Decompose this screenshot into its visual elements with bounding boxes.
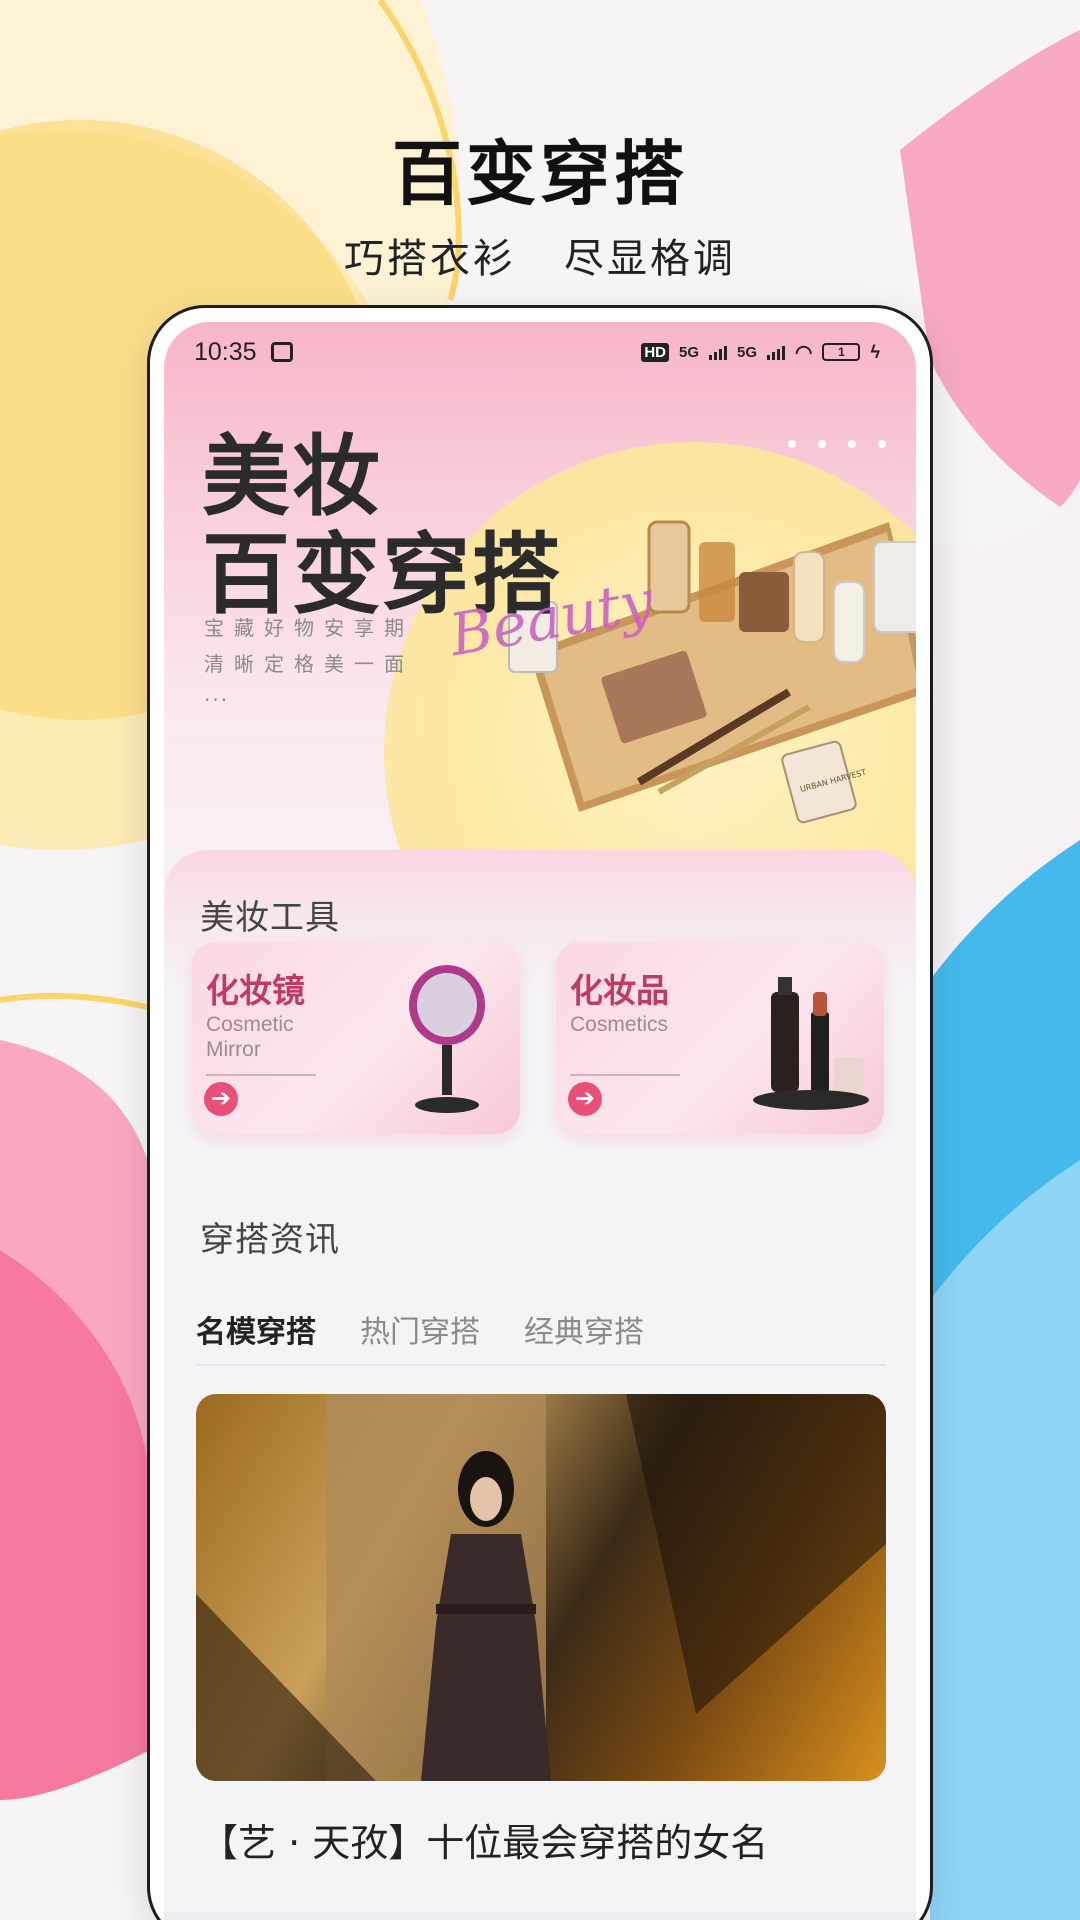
tool-card-mirror[interactable]: 化妆镜 Cosmetic Mirror ➔ xyxy=(192,942,520,1134)
net2-label: 5G xyxy=(737,343,758,361)
mirror-icon xyxy=(409,965,485,1113)
screen-record-icon xyxy=(270,342,293,362)
status-bar: 10:35 HD 5G 5G ◠ 1 ϟ xyxy=(164,322,916,382)
hero-tagline-2: 清晰定格美一面 xyxy=(204,652,414,676)
promo-subtitle-right: 尽显格调 xyxy=(564,236,736,282)
hd-icon: HD xyxy=(641,342,669,362)
article-title[interactable]: 【艺 · 天孜】十位最会穿搭的女名 xyxy=(200,1812,900,1867)
hero-tagline-3: ... xyxy=(204,682,230,706)
tool-en-name: Cosmetic Mirror xyxy=(206,1013,294,1061)
battery-icon: 1 xyxy=(822,343,861,361)
tab-hot[interactable]: 热门穿搭 xyxy=(360,1307,480,1351)
news-tabs: 名模穿搭 热门穿搭 经典穿搭 xyxy=(196,1307,644,1351)
phone-screen: URBAN HARVEST 10:35 HD 5G 5G ◠ 1 ϟ 美妆 百变… xyxy=(164,322,916,1920)
tools-section-title: 美妆工具 xyxy=(200,898,340,938)
phone-frame: URBAN HARVEST 10:35 HD 5G 5G ◠ 1 ϟ 美妆 百变… xyxy=(147,305,933,1920)
promo-subtitle: 巧搭衣衫 尽显格调 xyxy=(0,226,1080,284)
promo-subtitle-left: 巧搭衣衫 xyxy=(344,236,516,282)
tab-models[interactable]: 名模穿搭 xyxy=(196,1307,316,1351)
tabs-divider xyxy=(196,1364,886,1366)
net1-label: 5G xyxy=(678,343,699,361)
article-photo xyxy=(196,1394,886,1781)
tool-divider xyxy=(570,1074,680,1076)
tab-classic[interactable]: 经典穿搭 xyxy=(524,1307,644,1351)
arrow-right-icon[interactable]: ➔ xyxy=(568,1082,602,1116)
cosmetics-icon xyxy=(753,977,869,1110)
wifi-icon: ◠ xyxy=(795,341,813,364)
bottom-nav-bar[interactable] xyxy=(164,1912,916,1920)
hero-title-line1: 美妆 xyxy=(202,424,383,528)
tool-name: 化妆镜 xyxy=(206,971,305,1010)
signal-icon-2 xyxy=(767,344,786,360)
tool-divider xyxy=(206,1074,316,1076)
hero-tagline-1: 宝藏好物安享期 xyxy=(204,616,414,640)
tool-name: 化妆品 xyxy=(570,971,669,1010)
tool-en-name: Cosmetics xyxy=(570,1013,669,1036)
banner-dots xyxy=(788,440,886,448)
status-time: 10:35 xyxy=(194,337,257,366)
arrow-right-icon[interactable]: ➔ xyxy=(204,1082,238,1116)
news-section-title: 穿搭资讯 xyxy=(200,1220,340,1260)
promo-title: 百变穿搭 xyxy=(392,133,688,215)
signal-icon-1 xyxy=(709,344,727,360)
tool-card-cosmetics[interactable]: 化妆品 Cosmetics ➔ xyxy=(556,942,884,1134)
status-icons: HD 5G 5G ◠ 1 ϟ xyxy=(641,340,880,365)
hero-banner[interactable]: URBAN HARVEST 10:35 HD 5G 5G ◠ 1 ϟ 美妆 百变… xyxy=(164,322,916,1062)
charging-icon: ϟ xyxy=(870,341,880,362)
article-image[interactable] xyxy=(196,1394,886,1781)
